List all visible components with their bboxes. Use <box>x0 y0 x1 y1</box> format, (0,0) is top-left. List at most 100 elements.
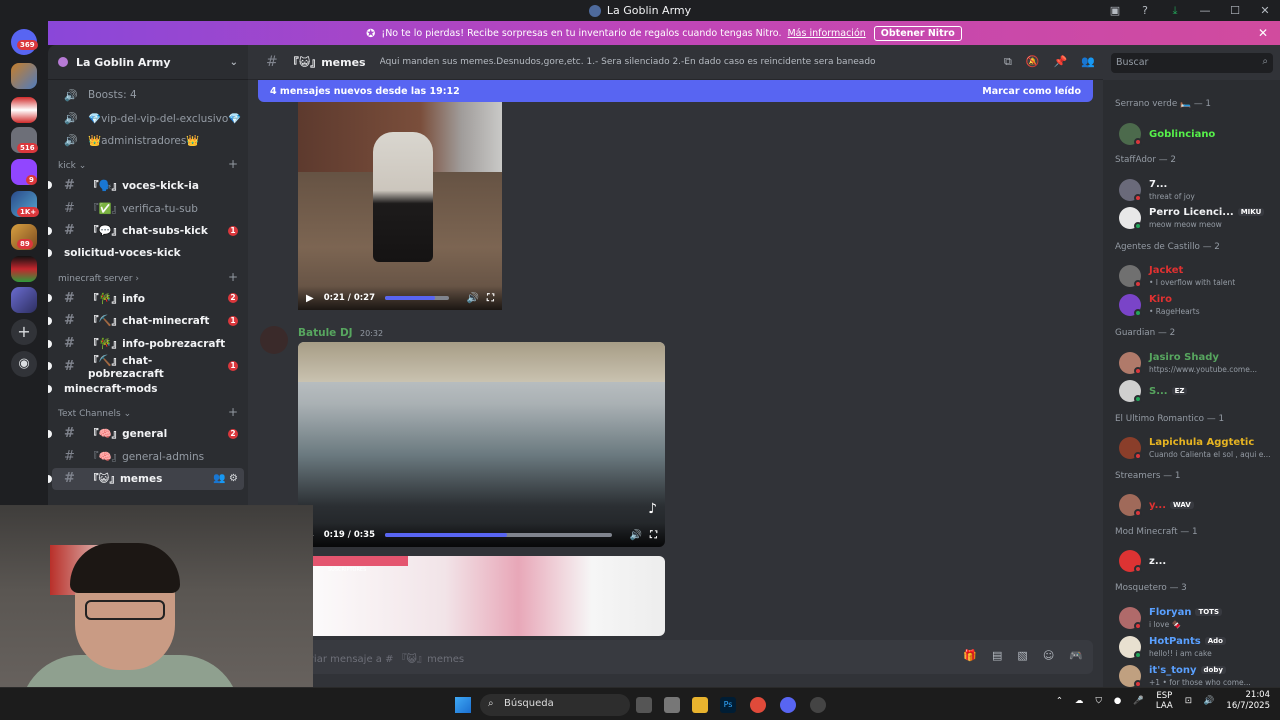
channel-verifica-tu-sub[interactable]: # 『✅』verifica-tu-sub <box>52 197 244 220</box>
channel-minecraft-mods[interactable]: minecraft-mods <box>48 378 244 401</box>
member-item[interactable]: z... <box>1119 548 1277 574</box>
voice-channel-admins[interactable]: 🔊 👑administradores👑 <box>52 129 244 152</box>
get-nitro-button[interactable]: Obtener Nitro <box>873 25 962 41</box>
server-icon-7[interactable] <box>11 256 37 282</box>
sticker-icon[interactable]: ▧ <box>1017 649 1027 662</box>
app-icon[interactable] <box>810 697 826 713</box>
member-list-icon[interactable]: 👥 <box>1081 55 1095 69</box>
server-header[interactable]: La Goblin Army ⌄ <box>48 45 248 80</box>
channel-info-pobrezacraft[interactable]: # 『🎋』info-pobrezacraft <box>48 332 244 355</box>
message-author[interactable]: Batule DJ <box>298 327 353 339</box>
app-icon[interactable] <box>664 697 680 713</box>
windows-start-icon[interactable] <box>455 697 471 713</box>
help-icon[interactable]: ? <box>1130 4 1160 17</box>
fullscreen-icon[interactable]: ⛶ <box>487 293 494 304</box>
video-attachment-2[interactable]: ♪ ▶ 0:19 / 0:35 🔊 ⛶ <box>298 342 665 547</box>
emoji-icon[interactable]: ☺ <box>1043 649 1054 662</box>
new-messages-bar[interactable]: 4 mensajes nuevos desde las 19:12 Marcar… <box>258 80 1093 102</box>
video-progress-bar[interactable] <box>385 296 449 300</box>
channel-chat-minecraft[interactable]: # 『⛏️』chat-minecraft 1 <box>48 310 244 333</box>
add-channel-icon[interactable]: + <box>228 405 238 419</box>
message-list[interactable]: 4 mensajes nuevos desde las 19:12 Marcar… <box>248 80 1103 636</box>
search-icon: ⌕ <box>1262 56 1268 67</box>
member-item[interactable]: Goblinciano <box>1119 121 1277 147</box>
video-attachment-1[interactable]: ▶ 0:21 / 0:27 🔊 ⛶ <box>298 102 502 310</box>
microphone-icon[interactable]: 🎤 <box>1133 696 1144 706</box>
video-attachment-3[interactable]: SUSCRIPTORES <box>298 556 665 636</box>
member-item[interactable]: HotPants Ado hello!! i am cake <box>1119 634 1277 660</box>
close-banner-icon[interactable]: ✕ <box>1258 26 1268 40</box>
channel-settings-icon[interactable]: 👥 ⚙ <box>213 473 238 484</box>
network-icon[interactable]: ⊡ <box>1185 696 1192 706</box>
mute-bell-icon[interactable]: 🔕 <box>1026 55 1040 69</box>
chevron-up-icon[interactable]: ⌃ <box>1056 696 1063 706</box>
nitro-more-info-link[interactable]: Más información <box>787 28 865 39</box>
mark-as-read-button[interactable]: Marcar como leído <box>982 86 1081 97</box>
chrome-icon[interactable] <box>750 697 766 713</box>
member-list[interactable]: Serrano verde 🛏️ — 1 Goblinciano StaffAdor… <box>1103 80 1280 687</box>
volume-icon[interactable]: 🔊 <box>467 293 479 304</box>
member-item[interactable]: Floryan TOTS i love 🍫 <box>1119 605 1277 631</box>
shield-icon[interactable]: ⛉ <box>1095 696 1101 706</box>
threads-icon[interactable]: ⧉ <box>1004 55 1012 69</box>
taskbar-search[interactable]: ⌕ Búsqueda <box>480 694 630 716</box>
channel-topic[interactable]: Aqui manden sus memes.Desnudos,gore,etc.… <box>380 57 876 67</box>
clock[interactable]: 21:04 16/7/2025 <box>1226 690 1270 712</box>
tray-app-icon[interactable]: ● <box>1114 696 1121 706</box>
add-channel-icon[interactable]: + <box>228 270 238 284</box>
download-icon[interactable]: ⤓ <box>1160 4 1190 18</box>
channel-solicitud-voces-kick[interactable]: solicitud-voces-kick <box>48 242 244 265</box>
add-server-icon[interactable]: + <box>11 319 37 345</box>
channel-general[interactable]: # 『🧠』general 2 <box>48 422 244 445</box>
member-item[interactable]: y... WAV <box>1119 492 1277 518</box>
add-channel-icon[interactable]: + <box>228 157 238 171</box>
category-kick[interactable]: kick ⌄ + <box>48 152 248 174</box>
channel-memes[interactable]: # 『😺』memes 👥 ⚙ <box>48 467 244 491</box>
discover-icon[interactable]: ◉ <box>11 351 37 377</box>
discord-icon[interactable] <box>780 697 796 713</box>
search-input[interactable]: Buscar ⌕ <box>1111 53 1273 73</box>
member-item[interactable]: Jasiro Shady https://www.youtube.come... <box>1119 350 1277 376</box>
channel-info[interactable]: # 『🎋』info 2 <box>48 287 244 310</box>
category-minecraft-server[interactable]: minecraft server › + <box>48 265 248 287</box>
task-view-icon[interactable] <box>636 697 652 713</box>
member-item[interactable]: Perro Licenci... MIKU meow meow meow <box>1119 205 1277 231</box>
maximize-button[interactable]: ☐ <box>1220 4 1250 17</box>
gif-icon[interactable]: ▤ <box>992 649 1002 662</box>
play-icon[interactable]: ▶ <box>306 293 314 304</box>
pin-icon[interactable]: 📌 <box>1054 55 1068 69</box>
channel-chat-subs-kick[interactable]: # 『💬』chat-subs-kick 1 <box>48 219 244 242</box>
member-item[interactable]: it's_tony doby +1 • for those who come... <box>1119 663 1277 687</box>
close-window-button[interactable]: ✕ <box>1250 4 1280 17</box>
member-item[interactable]: Lapichula Aggtetic Cuando Calienta el sol… <box>1119 435 1277 461</box>
window-controls: ▣ ? ⤓ — ☐ ✕ <box>1100 0 1280 21</box>
cloud-icon[interactable]: ☁ <box>1075 696 1084 706</box>
boosts-item[interactable]: 🔊 Boosts: 4 <box>52 84 244 107</box>
channel-chat-pobrezacraft[interactable]: # 『⛏️』chat-pobrezacraft 1 <box>48 355 244 380</box>
volume-icon[interactable]: 🔊 <box>630 530 642 541</box>
member-item[interactable]: 7... threat of joy <box>1119 177 1277 203</box>
chevron-down-icon[interactable]: ⌄ <box>230 57 238 68</box>
volume-icon[interactable]: 🔊 <box>1204 696 1215 706</box>
member-item[interactable]: Kiro • RageHearts <box>1119 292 1277 318</box>
activities-icon[interactable]: 🎮 <box>1069 649 1083 662</box>
language-indicator[interactable]: ESP LAA <box>1156 691 1173 711</box>
server-icon-1[interactable] <box>11 63 37 89</box>
video-progress-bar[interactable] <box>385 533 612 537</box>
file-explorer-icon[interactable] <box>692 697 708 713</box>
member-name: Goblinciano <box>1149 129 1215 140</box>
member-item[interactable]: S... EZ <box>1119 378 1277 404</box>
channel-voces-kick-ia[interactable]: # 『🗣️』voces-kick-ia <box>48 174 244 197</box>
inbox-icon[interactable]: ▣ <box>1100 4 1130 17</box>
channel-general-admins[interactable]: # 『🧠』general-admins <box>52 445 244 468</box>
category-text-channels[interactable]: Text Channels ⌄ + <box>48 400 248 422</box>
server-icon-2[interactable] <box>11 97 37 123</box>
voice-channel-vip[interactable]: 🔊 💎vip-del-vip-del-exclusivo💎 <box>52 107 244 130</box>
fullscreen-icon[interactable]: ⛶ <box>650 530 657 541</box>
avatar[interactable] <box>260 326 288 354</box>
minimize-button[interactable]: — <box>1190 4 1220 17</box>
photoshop-icon[interactable]: Ps <box>720 697 736 713</box>
gift-icon[interactable]: 🎁 <box>963 649 977 662</box>
server-icon-8[interactable] <box>11 287 37 313</box>
member-item[interactable]: Jacket • I overflow with talent <box>1119 263 1277 289</box>
